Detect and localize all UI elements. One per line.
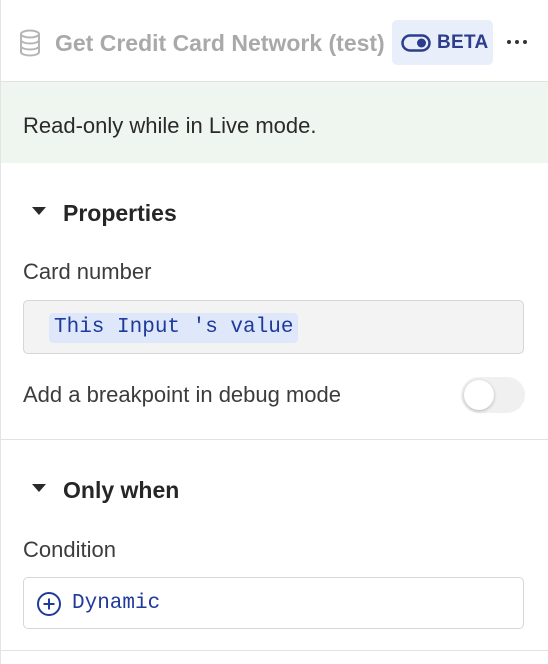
beta-toggle-button[interactable]: BETA [392,20,493,65]
dynamic-value-token[interactable]: This Input 's value [49,313,299,343]
caret-down-icon [32,484,46,492]
dynamic-button-label: Dynamic [72,592,161,615]
condition-field[interactable]: Dynamic [23,577,524,629]
toggle-icon [401,33,431,52]
section-divider [1,650,548,651]
more-dot [507,40,511,44]
only-when-section-toggle[interactable]: Only when [1,475,548,507]
only-when-title: Only when [63,477,180,503]
plus-circle-icon [37,592,61,616]
properties-section-toggle[interactable]: Properties [1,198,548,230]
live-mode-banner: Read-only while in Live mode. [1,82,548,163]
condition-label: Condition [23,537,116,562]
card-number-field[interactable]: This Input 's value [23,300,524,354]
more-dot [523,40,527,44]
step-title[interactable]: Get Credit Card Network (test) [55,29,393,57]
panel-header: Get Credit Card Network (test) BETA [1,0,548,82]
breakpoint-label: Add a breakpoint in debug mode [23,382,342,407]
caret-down-icon [32,207,46,215]
section-divider [1,439,548,440]
workflow-step-panel: Get Credit Card Network (test) BETA Read… [0,0,548,664]
database-icon [20,29,40,57]
beta-badge-label: BETA [437,31,489,53]
breakpoint-toggle[interactable] [461,377,525,413]
banner-text: Read-only while in Live mode. [23,113,317,138]
toggle-knob [464,380,494,410]
more-options-icon[interactable] [503,26,531,58]
card-number-label: Card number [23,259,152,284]
properties-title: Properties [63,200,177,226]
more-dot [515,40,519,44]
